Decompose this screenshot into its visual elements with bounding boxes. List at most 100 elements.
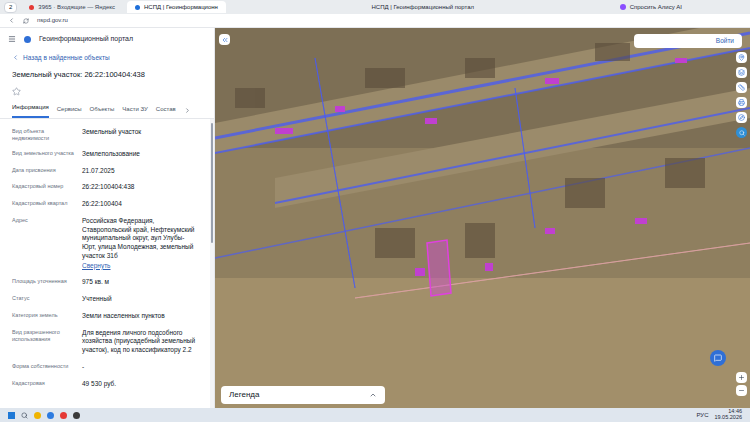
zoom-out-button[interactable] (736, 385, 747, 396)
tabs-more-icon[interactable] (184, 107, 191, 114)
menu-icon[interactable] (8, 35, 16, 43)
address-bar: nspd.gov.ru (0, 14, 750, 28)
object-tab[interactable]: Части ЗУ (122, 101, 147, 118)
portal-header: Геоинформационный портал (0, 28, 214, 49)
field-value: 26:22:100404 (82, 200, 198, 209)
app-icon[interactable] (47, 412, 54, 419)
field-row: Категория земельЗемли населенных пунктов (12, 312, 198, 321)
tab-count[interactable]: 2 (4, 2, 17, 13)
field-value: Российская Федерация, Ставропольский кра… (82, 217, 198, 261)
field-row: Кадастровый квартал 26:22:100404 (12, 200, 198, 209)
taskbar: РУС 14:4619.05.2026 (0, 408, 750, 422)
field-label: Площадь уточненная (12, 278, 74, 287)
collapse-panel-button[interactable] (219, 34, 230, 45)
field-label: Статус (12, 295, 74, 304)
tool-icon (738, 54, 745, 61)
app: Геоинформационный портал Назад в найденны… (0, 28, 750, 408)
field-label: Кадастровый номер (12, 183, 74, 192)
map-tool-button[interactable] (736, 67, 747, 78)
scrollbar[interactable] (210, 119, 214, 409)
map[interactable]: Войти Легенда (215, 28, 750, 408)
map-imagery (215, 28, 750, 408)
field-row: Статус Учтенный (12, 295, 198, 304)
zoom-in-button[interactable] (736, 372, 747, 383)
legend-label: Легенда (229, 389, 259, 401)
browser-tab[interactable]: 3965 · Входящие — Яндекс (21, 1, 123, 13)
back-icon[interactable] (8, 17, 15, 24)
field-row: Вид земельного участка Землепользование (12, 150, 198, 159)
field-label: Вид земельного участка (12, 150, 74, 159)
field-label: Кадастровый квартал (12, 200, 74, 209)
app-icon[interactable] (73, 412, 80, 419)
chat-icon (714, 354, 722, 362)
browser-tab[interactable]: НСПД | Геоинформационн (127, 1, 226, 13)
field-row: Вид разрешенного использованияДля ведени… (12, 329, 198, 355)
object-tabs: Информация Сервисы Объекты Части ЗУ Состав (0, 99, 214, 119)
chevron-up-icon (369, 391, 377, 399)
start-icon[interactable] (8, 412, 15, 419)
field-label: Категория земель (12, 312, 74, 321)
field-value: 49 530 руб. (82, 380, 198, 389)
chevrons-left-icon (221, 36, 229, 44)
field-row: Дата присвоения 21.07.2025 (12, 167, 198, 176)
address-field[interactable]: nspd.gov.ru (37, 16, 68, 25)
zoom-controls (736, 372, 747, 396)
map-tools (736, 52, 747, 138)
field-value: Учтенный (82, 295, 198, 304)
app-icon[interactable] (60, 412, 67, 419)
clock[interactable]: 14:4619.05.2026 (714, 409, 742, 421)
field-value: Землепользование (82, 150, 198, 159)
tool-icon (738, 114, 745, 121)
field-value: Земельный участок (82, 128, 198, 137)
back-link[interactable]: Назад в найденные объекты (0, 49, 214, 67)
field-label: Вид разрешенного использования (12, 329, 74, 355)
field-label: Кадастровая (12, 380, 74, 389)
plus-icon (738, 374, 745, 381)
object-title: Земельный участок: 26:22:100404:438 (0, 66, 214, 83)
favicon-icon (135, 5, 140, 10)
search-icon (739, 130, 745, 136)
field-list: Вид объекта недвижимости Земельный участо… (0, 119, 214, 409)
app-icon[interactable] (34, 412, 41, 419)
field-row: Кадастровая 49 530 руб. (12, 380, 198, 389)
map-tool-button[interactable] (736, 82, 747, 93)
map-tool-button[interactable] (736, 97, 747, 108)
date: 19.05.2026 (714, 415, 742, 421)
minus-icon (738, 387, 745, 394)
field-label: Дата присвоения (12, 167, 74, 176)
field-label: Адрес (12, 217, 74, 271)
object-tab[interactable]: Сервисы (57, 101, 82, 118)
field-row: Форма собственности- (12, 363, 198, 372)
logo-icon (24, 36, 31, 43)
field-row: Вид объекта недвижимости Земельный участо… (12, 128, 198, 142)
object-tab[interactable]: Объекты (90, 101, 115, 118)
legend-bar[interactable]: Легенда (221, 386, 385, 404)
map-tool-button[interactable] (736, 52, 747, 63)
search-button[interactable] (736, 127, 747, 138)
language-indicator[interactable]: РУС (696, 411, 708, 420)
screen: 2 3965 · Входящие — Яндекс НСПД | Геоинфор… (0, 0, 750, 422)
login-button[interactable]: Войти (634, 34, 742, 48)
alice-button[interactable]: Спросить Алису AI (620, 3, 746, 12)
object-tab[interactable]: Состав (156, 101, 176, 118)
field-row: Кадастровый номер 26:22:100404:438 (12, 183, 198, 192)
object-tab[interactable]: Информация (12, 99, 49, 118)
favicon-icon (29, 5, 34, 10)
tool-icon (738, 99, 745, 106)
reload-icon[interactable] (23, 18, 29, 24)
field-row: АдресРоссийская Федерация, Ставропольски… (12, 217, 198, 271)
tool-icon (738, 84, 745, 91)
browser-tabbar: 2 3965 · Входящие — Яндекс НСПД | Геоинфор… (0, 0, 750, 14)
field-label: Вид объекта недвижимости (12, 128, 74, 142)
side-panel: Геоинформационный портал Назад в найденны… (0, 28, 215, 408)
chat-button[interactable] (710, 350, 726, 366)
favorite-star-icon[interactable] (12, 87, 21, 96)
map-tool-button[interactable] (736, 112, 747, 123)
portal-title: Геоинформационный портал (39, 34, 133, 45)
field-value: 21.07.2025 (82, 167, 198, 176)
page-title: НСПД | Геоинформационный портал (230, 3, 616, 12)
field-value: 26:22:100404:438 (82, 183, 198, 192)
collapse-link[interactable]: Свернуть (82, 261, 198, 271)
taskbar-search-icon[interactable] (21, 412, 28, 419)
field-row: Площадь уточненная975 кв. м (12, 278, 198, 287)
